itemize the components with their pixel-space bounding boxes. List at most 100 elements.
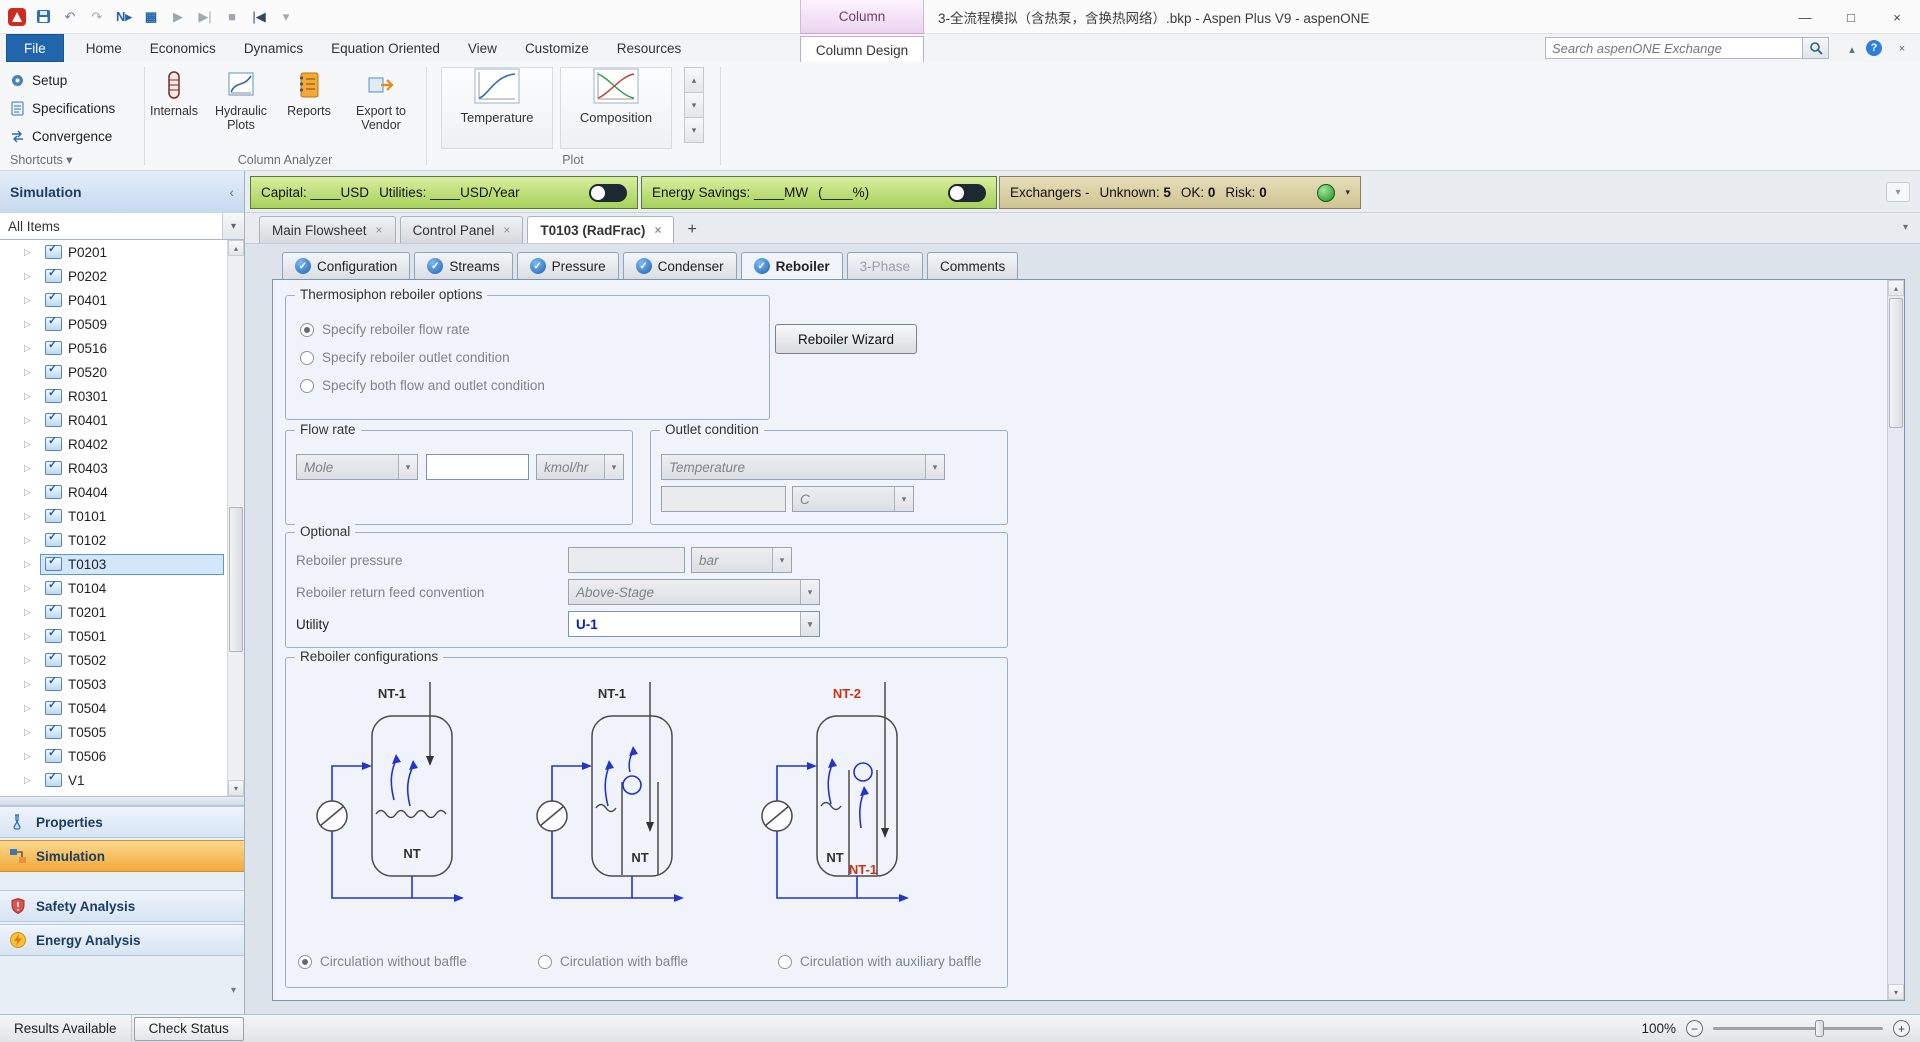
sidebar-splitter[interactable] [0, 796, 244, 806]
scrollbar-thumb[interactable] [229, 507, 243, 652]
scroll-down-icon[interactable]: ▾ [228, 780, 244, 796]
filter-dropdown-icon[interactable]: ▾ [222, 213, 244, 239]
form-tab[interactable]: ✓ 3-Phase [846, 252, 923, 279]
form-tab[interactable]: ✓ Pressure [516, 252, 619, 279]
results-status[interactable]: Results Available [0, 1015, 132, 1042]
ribbon-tab[interactable]: View [454, 34, 511, 62]
plot-composition-button[interactable]: Composition [560, 67, 672, 149]
qat-customize-icon[interactable]: ▾ [276, 7, 296, 27]
search-input[interactable] [1546, 38, 1802, 58]
ribbon-tab[interactable]: Dynamics [230, 34, 317, 62]
expander-icon[interactable]: ▷ [24, 391, 36, 402]
collapse-ribbon-icon[interactable]: ▴ [1842, 40, 1862, 58]
expander-icon[interactable]: ▷ [24, 559, 36, 570]
nav-energy-analysis[interactable]: Energy Analysis [0, 924, 244, 956]
run-icon[interactable]: ▶ [168, 7, 188, 27]
internals-button[interactable]: Internals [146, 66, 202, 150]
utility-dropdown[interactable]: U-1 ▾ [568, 611, 820, 637]
tree-item[interactable]: ▷ ✓ T0501 [0, 624, 228, 648]
expander-icon[interactable]: ▷ [24, 679, 36, 690]
expander-icon[interactable]: ▷ [24, 415, 36, 426]
next-run-icon[interactable]: N▸ [114, 7, 134, 27]
zoom-out-button[interactable]: − [1686, 1020, 1703, 1037]
expander-icon[interactable]: ▷ [24, 655, 36, 666]
close-button[interactable]: × [1874, 0, 1920, 34]
undo-icon[interactable]: ↶ [60, 7, 80, 27]
tree-item[interactable]: ▷ ✓ T0102 [0, 528, 228, 552]
stop-icon[interactable]: ■ [222, 7, 242, 27]
expander-icon[interactable]: ▷ [24, 727, 36, 738]
expander-icon[interactable]: ▷ [24, 319, 36, 330]
ribbon-tab[interactable]: File [6, 34, 64, 62]
tree-item[interactable]: ▷ ✓ P0509 [0, 312, 228, 336]
new-tab-button[interactable]: + [678, 216, 705, 243]
expander-icon[interactable]: ▷ [24, 607, 36, 618]
tree-item[interactable]: ▷ ✓ T0101 [0, 504, 228, 528]
exchange-icon[interactable]: × [1892, 40, 1912, 58]
exchanger-status-icon[interactable] [1317, 183, 1336, 202]
form-scrollbar[interactable]: ▴ ▾ [1887, 280, 1904, 1000]
zoom-slider-thumb[interactable] [1815, 1020, 1824, 1037]
scroll-up-icon[interactable]: ▴ [1888, 280, 1904, 296]
tree-item[interactable]: ▷ ✓ R0403 [0, 456, 228, 480]
expander-icon[interactable]: ▷ [24, 583, 36, 594]
ribbon-tab[interactable]: Home [72, 34, 136, 62]
tab-close-icon[interactable]: × [376, 223, 383, 237]
ribbon-tab[interactable]: Resources [603, 34, 696, 62]
scroll-down-icon[interactable]: ▾ [1888, 984, 1904, 1000]
aspen-logo-icon[interactable] [8, 7, 26, 26]
expander-icon[interactable]: ▷ [24, 271, 36, 282]
scroll-up-icon[interactable]: ▴ [228, 240, 244, 256]
tree-item[interactable]: ▷ ✓ T0504 [0, 696, 228, 720]
document-tab[interactable]: Control Panel × [399, 216, 524, 243]
tree-item[interactable]: ▷ ✓ R0401 [0, 408, 228, 432]
tree-item[interactable]: ▷ ✓ P0401 [0, 288, 228, 312]
expander-icon[interactable]: ▷ [24, 343, 36, 354]
expander-icon[interactable]: ▷ [24, 775, 36, 786]
tree-item[interactable]: ▷ ✓ P0202 [0, 264, 228, 288]
flow-rate-input[interactable] [426, 454, 529, 480]
form-tab[interactable]: ✓ Comments [926, 252, 1019, 279]
ribbon-setup-button[interactable]: Setup [10, 69, 67, 91]
expander-icon[interactable]: ▷ [24, 631, 36, 642]
expander-icon[interactable]: ▷ [24, 511, 36, 522]
tree-item[interactable]: ▷ ✓ P0201 [0, 240, 228, 264]
expander-icon[interactable]: ▷ [24, 295, 36, 306]
maximize-button[interactable]: □ [1828, 0, 1874, 34]
minimize-button[interactable]: — [1782, 0, 1828, 34]
expander-icon[interactable]: ▷ [24, 463, 36, 474]
zoom-slider[interactable] [1713, 1020, 1883, 1037]
tree-item[interactable]: ▷ ✓ P0520 [0, 360, 228, 384]
nav-simulation[interactable]: Simulation [0, 840, 244, 872]
export-to-vendor-button[interactable]: Export to Vendor [344, 66, 418, 150]
tree-item[interactable]: ▷ ✓ T0104 [0, 576, 228, 600]
tree-item[interactable]: ▷ ✓ T0201 [0, 600, 228, 624]
collapse-sidebar-icon[interactable]: ‹ [229, 184, 234, 200]
gallery-more-icon[interactable]: ▾ [684, 117, 704, 143]
nav-properties[interactable]: Properties [0, 806, 244, 838]
tab-close-icon[interactable]: × [654, 223, 661, 237]
reports-button[interactable]: Reports [282, 66, 336, 150]
tree-item[interactable]: ▷ ✓ R0402 [0, 432, 228, 456]
tree-item[interactable]: ▷ ✓ T0502 [0, 648, 228, 672]
help-icon[interactable]: ? [1866, 40, 1882, 56]
check-status-button[interactable]: Check Status [133, 1016, 244, 1041]
form-tab[interactable]: ✓ Condenser [622, 252, 737, 279]
energy-toggle[interactable] [948, 183, 986, 202]
gallery-down-icon[interactable]: ▾ [684, 92, 704, 118]
zoom-in-button[interactable]: + [1893, 1020, 1910, 1037]
tab-list-dropdown-icon[interactable]: ▾ [1903, 222, 1908, 233]
ribbon-specifications-button[interactable]: Specifications [10, 97, 115, 119]
tree-item[interactable]: ▷ ✓ V1 [0, 768, 228, 792]
nav-configure-icon[interactable]: ▾ [231, 985, 236, 996]
expander-icon[interactable]: ▷ [24, 751, 36, 762]
tree-item[interactable]: ▷ ✓ R0404 [0, 480, 228, 504]
tree-item[interactable]: ▷ ✓ T0505 [0, 720, 228, 744]
gallery-up-icon[interactable]: ▴ [684, 67, 704, 93]
expander-icon[interactable]: ▷ [24, 703, 36, 714]
exchanger-dropdown-icon[interactable]: ▾ [1345, 187, 1350, 198]
economics-toggle[interactable] [589, 183, 627, 202]
ribbon-tab[interactable]: Equation Oriented [317, 34, 454, 62]
nav-safety-analysis[interactable]: Safety Analysis [0, 890, 244, 922]
hydraulic-plots-button[interactable]: Hydraulic Plots [208, 66, 274, 150]
